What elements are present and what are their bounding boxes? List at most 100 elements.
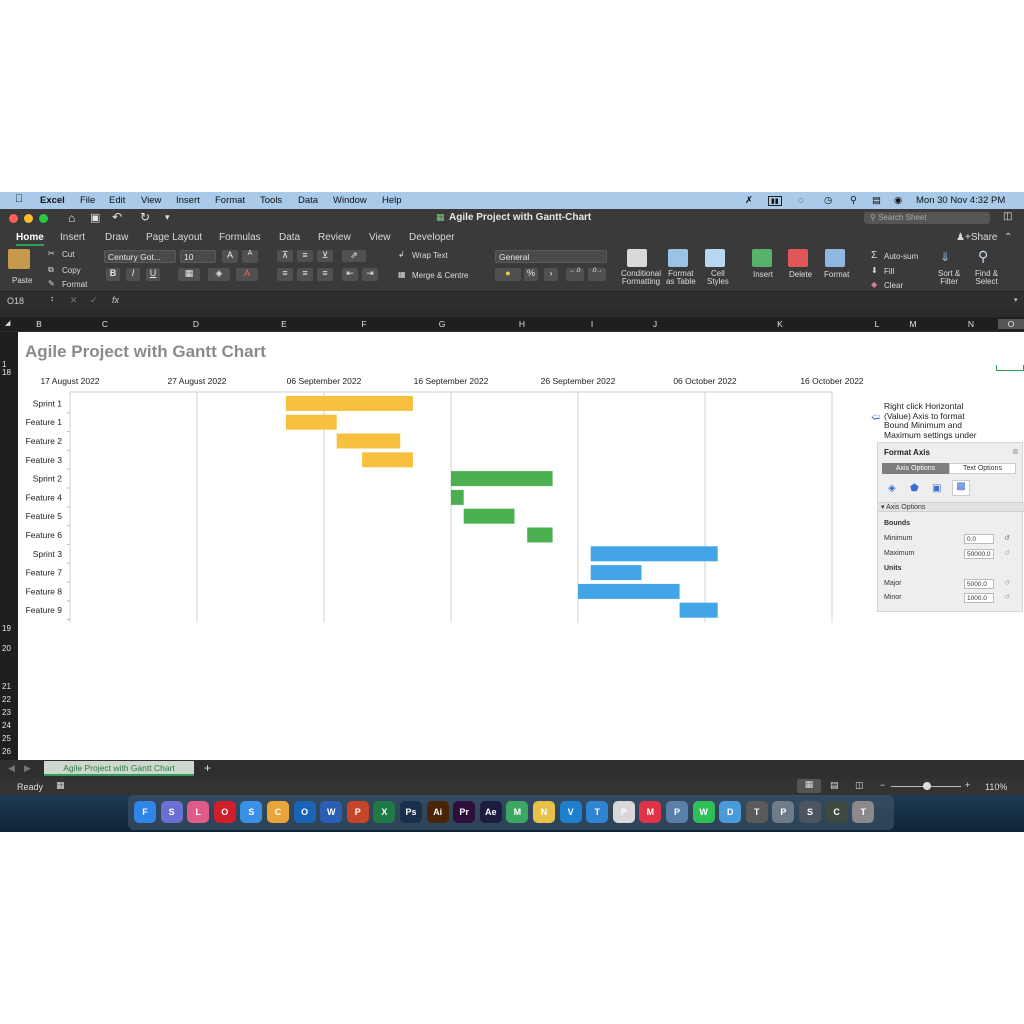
dock-app-icon[interactable]: S (799, 801, 821, 823)
bold-button[interactable]: B (106, 268, 120, 281)
gantt-bar-feature-5[interactable]: Feature 5 (463, 508, 515, 524)
autosum-button[interactable]: Auto-sum (884, 252, 918, 261)
minimize-window-button[interactable] (24, 214, 33, 223)
cut-button[interactable]: Cut (62, 250, 74, 259)
major-input[interactable]: 5000.0 (964, 579, 994, 589)
format-painter-button[interactable]: Format (62, 280, 87, 289)
tab-page-layout[interactable]: Page Layout (146, 232, 202, 243)
font-colour-button[interactable]: A (236, 268, 258, 281)
page-layout-view-icon[interactable]: ▤ (830, 780, 839, 791)
copy-button[interactable]: Copy (62, 266, 81, 275)
menu-format[interactable]: Format (215, 195, 245, 206)
menu-window[interactable]: Window (333, 195, 367, 206)
borders-button[interactable]: ▦ (178, 268, 200, 281)
align-middle-button[interactable]: ≡ (297, 250, 313, 262)
column-header-f[interactable]: F (326, 319, 402, 329)
size-properties-icon[interactable]: ▣ (932, 483, 941, 494)
close-panel-icon[interactable]: ⊗ (1012, 447, 1019, 456)
dock-app-icon[interactable]: Ai (426, 801, 449, 823)
gantt-bar-feature-8[interactable]: Feature 8 (578, 583, 680, 599)
row-header-19[interactable]: 19 (2, 624, 11, 633)
delete-cells-button[interactable]: Delete (789, 270, 812, 279)
undo-icon[interactable]: ↶ (112, 210, 122, 224)
align-top-button[interactable]: ⊼ (277, 250, 293, 262)
row-header-18[interactable]: 18 (2, 368, 11, 377)
format-painter-icon[interactable]: ✎ (48, 279, 55, 288)
menu-view[interactable]: View (141, 195, 161, 206)
dock-app-icon[interactable]: P (666, 801, 688, 823)
menu-file[interactable]: File (80, 195, 95, 206)
sheet-tab-agile-project[interactable]: Agile Project with Gantt Chart (44, 761, 194, 776)
tab-developer[interactable]: Developer (409, 232, 455, 243)
reset-major-icon[interactable]: ↺ (1004, 579, 1010, 587)
dock-app-icon[interactable]: N (533, 801, 555, 823)
dock-app-icon[interactable]: Ae (479, 801, 502, 823)
selected-cell-o18[interactable] (996, 365, 1024, 371)
clipboard-icon[interactable] (8, 249, 30, 269)
row-header-26[interactable]: 26 (2, 747, 11, 756)
dock-app-icon[interactable]: P (772, 801, 795, 823)
align-right-button[interactable]: ≡ (317, 268, 333, 281)
maximum-input[interactable]: 50000.0 (964, 549, 994, 559)
row-header-22[interactable]: 22 (2, 695, 11, 704)
search-sheet-input[interactable]: ⚲ Search Sheet (864, 212, 990, 224)
dock-app-icon[interactable]: C (267, 801, 289, 823)
conditional-formatting-button[interactable]: Conditional Formatting (621, 270, 661, 286)
conditional-formatting-icon[interactable] (627, 249, 647, 267)
menu-data[interactable]: Data (298, 195, 318, 206)
close-window-button[interactable] (9, 214, 18, 223)
tab-draw[interactable]: Draw (105, 232, 128, 243)
normal-view-button[interactable]: ▦ (797, 779, 821, 793)
tab-text-options[interactable]: Text Options (949, 463, 1016, 474)
zoom-in-button[interactable]: + (965, 780, 970, 790)
align-left-button[interactable]: ≡ (277, 268, 293, 281)
increase-decimal-button[interactable]: ←.0 (566, 268, 584, 281)
decrease-decimal-button[interactable]: .0→ (588, 268, 606, 281)
menu-help[interactable]: Help (382, 195, 402, 206)
column-header-o[interactable]: O (998, 319, 1024, 329)
dock-app-icon[interactable]: S (240, 801, 263, 823)
font-name-select[interactable]: Century Got... (104, 250, 176, 263)
name-box-stepper-icon[interactable]: ↕ (50, 294, 54, 303)
select-all-corner[interactable]: ◢ (5, 319, 10, 327)
percent-style-button[interactable]: % (524, 268, 538, 281)
font-size-select[interactable]: 10 (180, 250, 216, 263)
page-break-view-icon[interactable]: ◫ (855, 780, 864, 791)
insert-function-button[interactable]: fx (112, 295, 119, 305)
menu-edit[interactable]: Edit (109, 195, 125, 206)
sort-filter-button[interactable]: Sort & Filter (938, 270, 960, 286)
menu-insert[interactable]: Insert (176, 195, 200, 206)
macro-recording-icon[interactable]: ▦ (56, 780, 65, 791)
confirm-entry-icon[interactable]: ✓ (90, 295, 98, 306)
merge-centre-button[interactable]: Merge & Centre (412, 271, 468, 280)
customize-toolbar-icon[interactable]: ▾ (165, 212, 170, 223)
dock-app-icon[interactable]: M (506, 801, 529, 823)
zoom-window-button[interactable] (39, 214, 48, 223)
expand-formula-icon[interactable]: ▾ (1014, 296, 1018, 304)
column-header-b[interactable]: B (18, 319, 60, 329)
align-bottom-button[interactable]: ⊻ (317, 250, 333, 262)
cut-icon[interactable]: ✂ (48, 249, 55, 258)
share-button[interactable]: ♟+Share (956, 232, 998, 243)
zoom-out-button[interactable]: − (880, 780, 885, 790)
dock-app-icon[interactable]: T (586, 801, 609, 823)
paste-button[interactable]: Paste (12, 276, 32, 285)
column-header-c[interactable]: C (60, 319, 150, 329)
dock-app-icon[interactable]: X (373, 801, 396, 823)
dock-app-icon[interactable]: V (559, 801, 582, 823)
column-header-e[interactable]: E (242, 319, 326, 329)
reset-minimum-icon[interactable]: ↺ (1004, 534, 1010, 542)
dock-app-icon[interactable]: W (320, 801, 343, 823)
gantt-bar-feature-4[interactable]: Feature 4 (451, 489, 464, 505)
collapse-ribbon-icon[interactable]: ⌃ (1004, 232, 1012, 243)
zoom-slider-handle[interactable] (923, 782, 931, 790)
tab-home[interactable]: Home (16, 232, 44, 246)
tab-axis-options[interactable]: Axis Options (882, 463, 949, 474)
column-header-m[interactable]: M (882, 319, 944, 329)
column-header-j[interactable]: J (622, 319, 688, 329)
tab-insert[interactable]: Insert (60, 232, 85, 243)
tab-data[interactable]: Data (279, 232, 300, 243)
dock-app-icon[interactable]: T (852, 801, 875, 823)
gantt-bar-feature-6[interactable]: Feature 6 (527, 527, 553, 543)
gantt-chart[interactable]: 17 August 2022 27 August 2022 06 September… (18, 372, 878, 632)
